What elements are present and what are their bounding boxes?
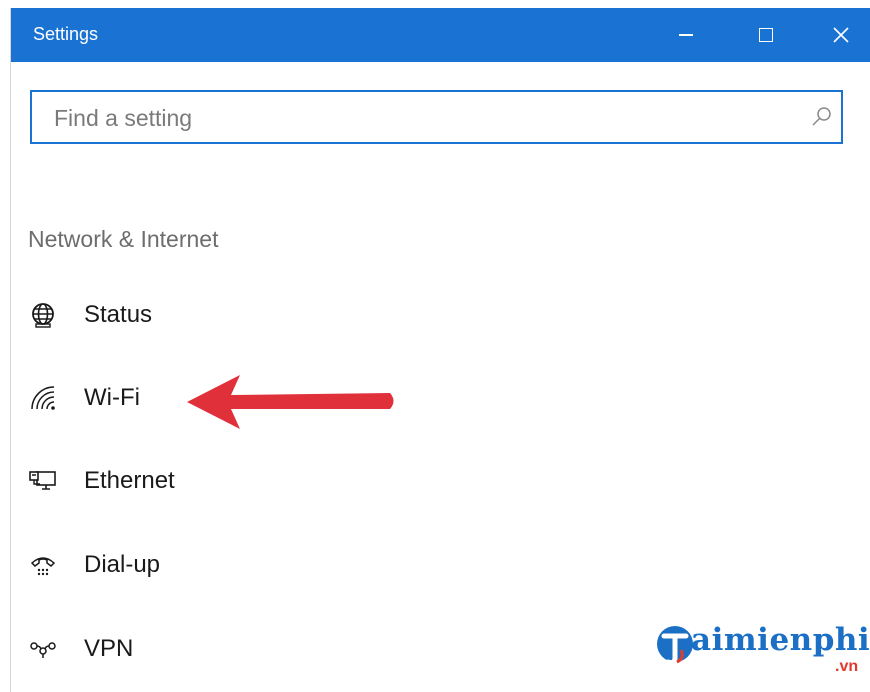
vpn-icon [28,629,68,669]
watermark-logo: aimienphi .vn [655,622,870,682]
maximize-icon [759,28,773,42]
logo-mark-icon [657,626,693,665]
sidebar-item-label: Wi-Fi [84,384,140,411]
globe-icon [28,295,68,335]
sidebar-item-label: Status [84,301,153,328]
watermark-text: aimienphi [691,622,870,658]
search-icon[interactable] [810,105,834,129]
sidebar-item-ethernet[interactable]: Ethernet [20,453,420,509]
minimize-button[interactable] [656,8,716,62]
wifi-icon [28,378,68,418]
minimize-icon [679,34,693,36]
close-button[interactable] [811,8,870,62]
sidebar-item-label: VPN [84,635,134,662]
ethernet-icon [28,461,68,501]
search-box[interactable] [30,90,843,144]
sidebar-item-vpn[interactable]: VPN [20,621,420,677]
sidebar-item-label: Ethernet [84,467,175,494]
sidebar-item-label: Dial-up [84,551,161,578]
annotation-arrow [187,375,394,429]
sidebar-item-dialup[interactable]: Dial-up [20,537,420,593]
maximize-button[interactable] [736,8,796,62]
close-icon [833,27,849,43]
section-title: Network & Internet [28,226,219,252]
watermark-suffix: .vn [835,658,859,675]
window-title: Settings [33,24,99,44]
title-bar[interactable]: Settings [11,8,870,62]
dialup-icon [28,545,68,585]
search-input[interactable] [52,102,796,134]
sidebar-item-status[interactable]: Status [20,287,420,343]
